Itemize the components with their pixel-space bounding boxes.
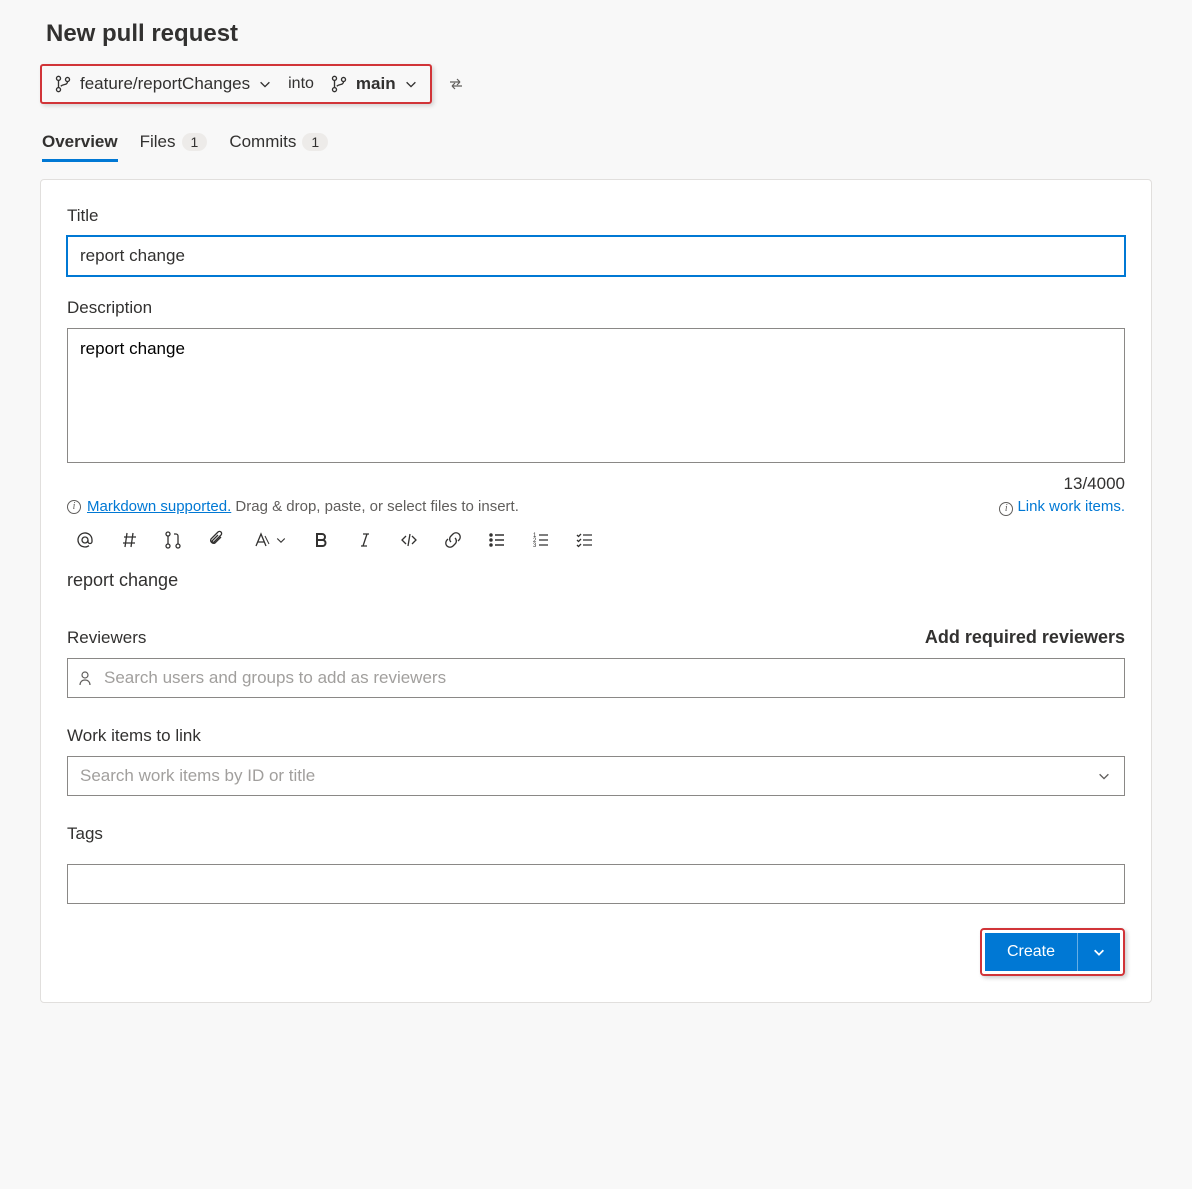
- workitems-section: Work items to link: [67, 726, 1125, 796]
- branch-icon: [330, 75, 348, 93]
- person-icon: [77, 670, 93, 686]
- checklist-icon[interactable]: [575, 530, 595, 550]
- tab-label: Overview: [42, 132, 118, 152]
- workitems-label: Work items to link: [67, 726, 1125, 746]
- svg-text:3: 3: [533, 543, 537, 549]
- page-title: New pull request: [40, 20, 1152, 48]
- source-branch-picker[interactable]: feature/reportChanges: [54, 74, 272, 94]
- char-count: 13/4000: [67, 474, 1125, 494]
- bold-icon[interactable]: [311, 530, 331, 550]
- chevron-down-icon[interactable]: [1097, 769, 1111, 783]
- into-text: into: [288, 75, 314, 93]
- reviewers-label: Reviewers: [67, 628, 146, 648]
- chevron-down-icon: [404, 77, 418, 91]
- branch-icon: [54, 75, 72, 93]
- info-icon: i: [67, 500, 81, 514]
- numbered-list-icon[interactable]: 123: [531, 530, 551, 550]
- info-icon: i: [999, 502, 1013, 516]
- tab-label: Files: [140, 132, 176, 152]
- target-branch-picker[interactable]: main: [330, 74, 418, 94]
- editor-toolbar: 123: [67, 516, 1125, 558]
- tab-commits[interactable]: Commits 1: [229, 124, 328, 160]
- italic-icon[interactable]: [355, 530, 375, 550]
- tags-input[interactable]: [67, 864, 1125, 904]
- description-label: Description: [67, 298, 1125, 318]
- chevron-down-icon: [258, 77, 272, 91]
- description-helper-row: i Markdown supported. Drag & drop, paste…: [67, 498, 1125, 516]
- description-textarea[interactable]: [67, 328, 1125, 463]
- tags-label: Tags: [67, 824, 1125, 844]
- reviewers-input[interactable]: [67, 658, 1125, 698]
- description-section: Description 13/4000 i Markdown supported…: [67, 298, 1125, 599]
- description-preview: report change: [67, 558, 1125, 599]
- form-footer: Create: [67, 928, 1125, 976]
- markdown-hint: Drag & drop, paste, or select files to i…: [231, 498, 519, 515]
- form-panel: Title Description 13/4000 i Markdown sup…: [40, 179, 1152, 1003]
- add-required-reviewers-link[interactable]: Add required reviewers: [925, 627, 1125, 648]
- title-input[interactable]: [67, 236, 1125, 276]
- commits-count-badge: 1: [302, 133, 328, 151]
- tabs-row: Overview Files 1 Commits 1: [40, 124, 1152, 161]
- link-work-items-link[interactable]: Link work items.: [1017, 498, 1125, 515]
- create-button-highlight: Create: [980, 928, 1125, 976]
- tab-files[interactable]: Files 1: [140, 124, 208, 160]
- files-count-badge: 1: [182, 133, 208, 151]
- link-icon[interactable]: [443, 530, 463, 550]
- chevron-down-icon: [1092, 945, 1106, 959]
- branch-selector-highlight: feature/reportChanges into main: [40, 64, 432, 104]
- tags-section: Tags: [67, 824, 1125, 904]
- branch-selector-row: feature/reportChanges into main: [40, 64, 1152, 104]
- workitems-input[interactable]: [67, 756, 1125, 796]
- attachment-icon[interactable]: [207, 530, 227, 550]
- bullet-list-icon[interactable]: [487, 530, 507, 550]
- tab-label: Commits: [229, 132, 296, 152]
- target-branch-label: main: [356, 74, 396, 94]
- code-icon[interactable]: [399, 530, 419, 550]
- mention-icon[interactable]: [75, 530, 95, 550]
- markdown-supported-link[interactable]: Markdown supported.: [87, 498, 231, 515]
- create-dropdown-button[interactable]: [1078, 933, 1120, 971]
- reviewers-section: Reviewers Add required reviewers: [67, 627, 1125, 698]
- tab-overview[interactable]: Overview: [42, 124, 118, 160]
- source-branch-label: feature/reportChanges: [80, 74, 250, 94]
- create-button[interactable]: Create: [985, 933, 1078, 971]
- pr-icon[interactable]: [163, 530, 183, 550]
- hashtag-icon[interactable]: [119, 530, 139, 550]
- text-format-icon[interactable]: [251, 530, 287, 550]
- title-label: Title: [67, 206, 1125, 226]
- swap-branches-icon[interactable]: [448, 76, 464, 92]
- title-section: Title: [67, 206, 1125, 276]
